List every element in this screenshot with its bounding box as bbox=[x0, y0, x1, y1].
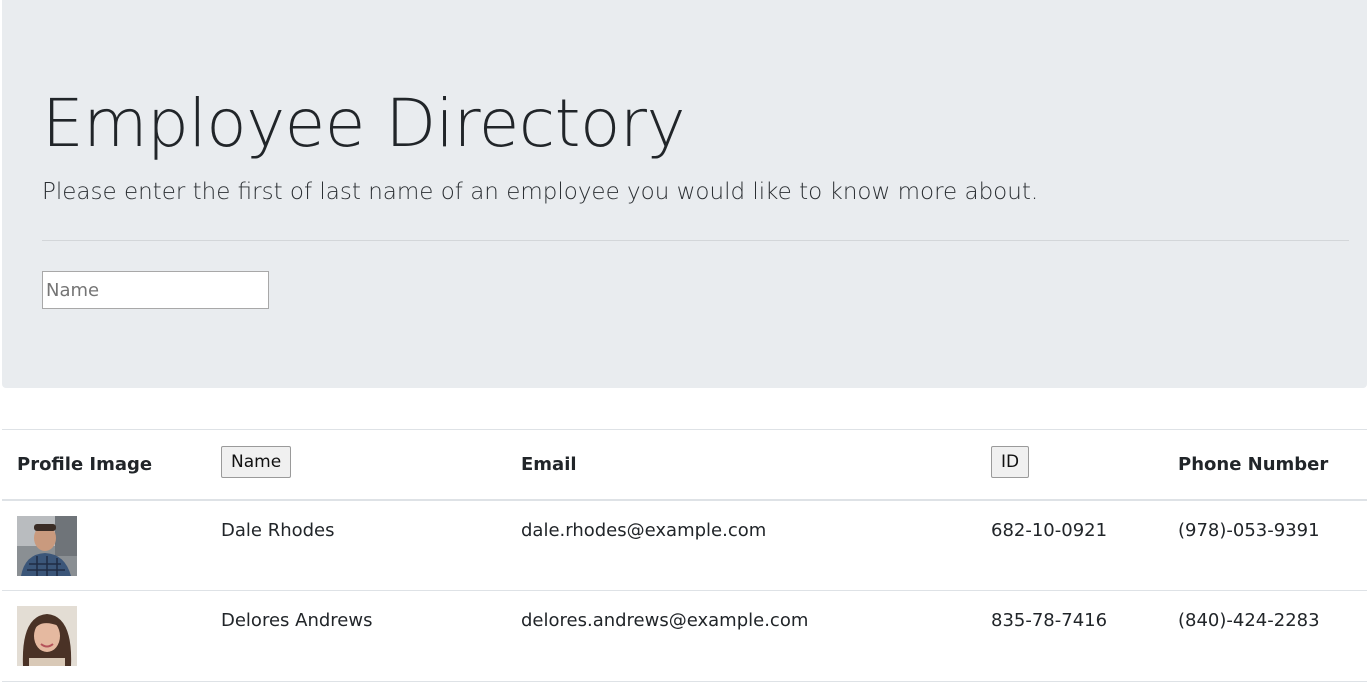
table-header: Profile Image Name Email ID Phone Number bbox=[2, 429, 1367, 500]
employee-email: dale.rhodes@example.com bbox=[521, 519, 767, 541]
search-input[interactable] bbox=[42, 271, 269, 309]
employee-table-container: Profile Image Name Email ID Phone Number bbox=[2, 429, 1367, 682]
employee-email: delores.andrews@example.com bbox=[521, 610, 809, 631]
column-header-profile-image: Profile Image bbox=[17, 453, 153, 475]
employee-phone: (840)-424-2283 bbox=[1178, 610, 1320, 631]
header-divider bbox=[42, 240, 1349, 241]
page-subtitle: Please enter the first of last name of a… bbox=[42, 179, 1039, 205]
table-header-row: Profile Image Name Email ID Phone Number bbox=[2, 429, 1367, 500]
sort-by-id-button[interactable]: ID bbox=[991, 446, 1030, 478]
profile-image bbox=[17, 606, 77, 666]
employee-table: Profile Image Name Email ID Phone Number bbox=[2, 429, 1367, 682]
column-header-id: ID bbox=[976, 430, 1163, 500]
sort-by-name-button[interactable]: Name bbox=[221, 446, 292, 478]
employee-name: Dale Rhodes bbox=[221, 519, 335, 541]
employee-name: Delores Andrews bbox=[221, 610, 373, 631]
employee-id: 682-10-0921 bbox=[991, 519, 1108, 541]
table-row: Delores Andrews delores.andrews@example.… bbox=[2, 591, 1367, 682]
table-body: Dale Rhodes dale.rhodes@example.com 682-… bbox=[2, 500, 1367, 682]
profile-image-cell bbox=[2, 591, 206, 682]
header-jumbotron: Employee Directory Please enter the firs… bbox=[2, 0, 1367, 388]
page-title: Employee Directory bbox=[42, 85, 686, 162]
column-header-email: Email bbox=[521, 453, 577, 475]
employee-phone: (978)-053-9391 bbox=[1178, 519, 1320, 541]
column-header-name: Name bbox=[206, 430, 506, 500]
profile-image-cell bbox=[2, 500, 206, 591]
employee-id: 835-78-7416 bbox=[991, 610, 1108, 631]
profile-image bbox=[17, 515, 77, 576]
column-header-phone: Phone Number bbox=[1178, 453, 1329, 475]
table-row: Dale Rhodes dale.rhodes@example.com 682-… bbox=[2, 500, 1367, 591]
